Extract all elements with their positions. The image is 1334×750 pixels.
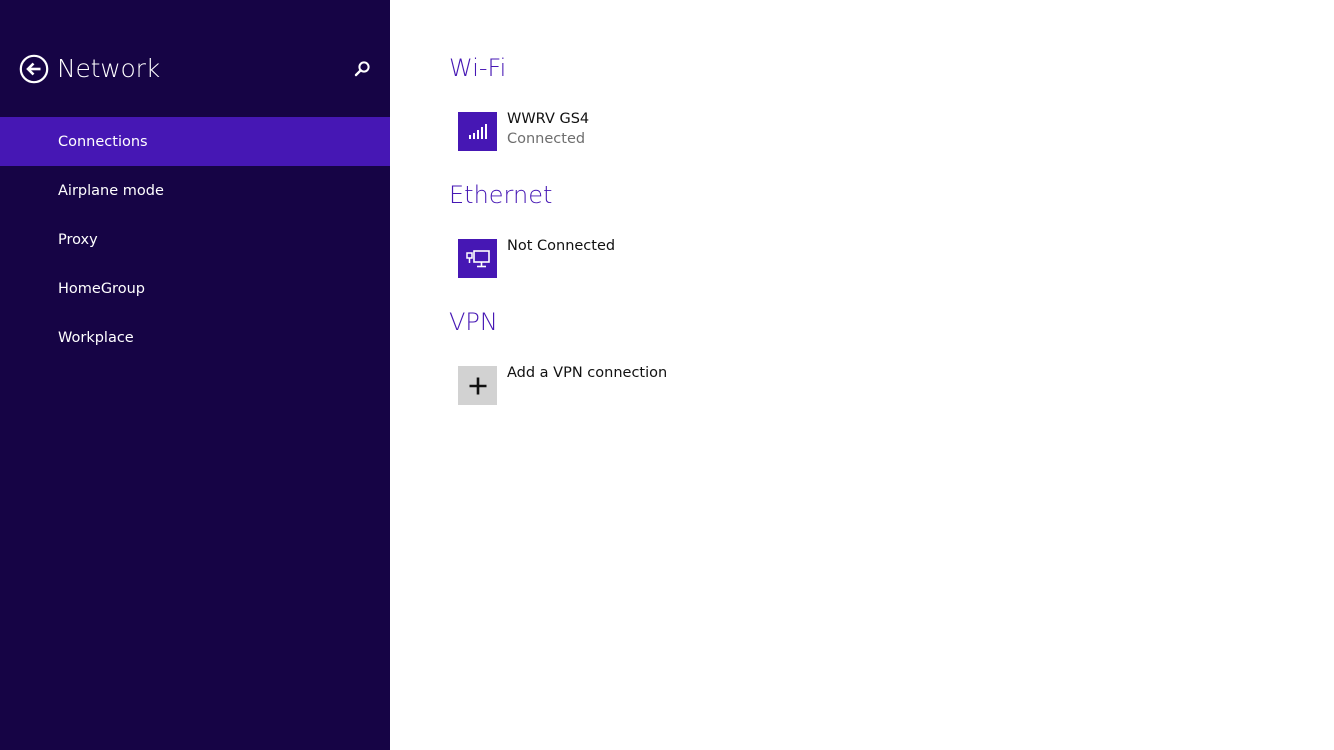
sidebar-header: Network — [0, 0, 390, 117]
sidebar-nav: Connections Airplane mode Proxy HomeGrou… — [0, 117, 390, 362]
ethernet-tile — [458, 239, 497, 278]
ethernet-network-item[interactable]: Not Connected — [458, 237, 758, 279]
back-arrow-circle-icon — [19, 54, 49, 84]
wifi-network-status: Connected — [507, 131, 586, 147]
network-settings-app: Network Connections Airplane mode Proxy … — [0, 0, 1334, 750]
back-button[interactable] — [19, 54, 49, 84]
wifi-tile — [458, 112, 497, 151]
ethernet-status: Not Connected — [507, 238, 616, 254]
sidebar: Network Connections Airplane mode Proxy … — [0, 0, 390, 750]
wifi-section-title: Wi-Fi — [449, 54, 507, 82]
sidebar-item-label: Connections — [58, 133, 148, 150]
add-vpn-button[interactable]: Add a VPN connection — [458, 364, 758, 406]
add-vpn-label: Add a VPN connection — [507, 365, 668, 381]
sidebar-item-label: HomeGroup — [58, 280, 145, 297]
ethernet-icon — [465, 249, 490, 267]
wifi-signal-icon — [468, 123, 487, 139]
search-button[interactable] — [352, 59, 372, 79]
plus-icon — [469, 377, 486, 394]
search-icon — [354, 61, 370, 77]
sidebar-item-connections[interactable]: Connections — [0, 117, 390, 166]
ethernet-section-title: Ethernet — [449, 181, 553, 209]
sidebar-item-airplane-mode[interactable]: Airplane mode — [0, 166, 390, 215]
main-content: Wi-Fi WWRV GS4 Connected Ethernet Not Co… — [390, 0, 1334, 750]
wifi-network-name: WWRV GS4 — [507, 111, 590, 127]
sidebar-item-proxy[interactable]: Proxy — [0, 215, 390, 264]
sidebar-item-workplace[interactable]: Workplace — [0, 313, 390, 362]
sidebar-item-label: Airplane mode — [58, 182, 164, 199]
sidebar-item-label: Proxy — [58, 231, 98, 248]
vpn-section-title: VPN — [449, 308, 498, 336]
add-vpn-tile — [458, 366, 497, 405]
wifi-network-item[interactable]: WWRV GS4 Connected — [458, 110, 758, 152]
page-title: Network — [57, 54, 160, 83]
sidebar-item-label: Workplace — [58, 329, 134, 346]
sidebar-item-homegroup[interactable]: HomeGroup — [0, 264, 390, 313]
